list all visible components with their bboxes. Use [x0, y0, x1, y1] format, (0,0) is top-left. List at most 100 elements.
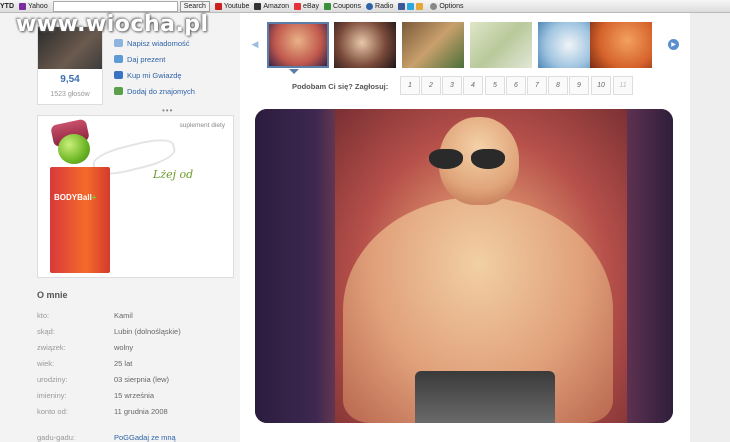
- gadu-link[interactable]: PoGGadaj ze mną: [114, 433, 176, 442]
- info-key: konto od:: [37, 407, 68, 416]
- amazon-label: Amazon: [263, 2, 290, 10]
- send-message-link[interactable]: Napisz wiadomość: [114, 35, 195, 51]
- twitter-icon[interactable]: [407, 2, 415, 10]
- give-gift-label: Daj prezent: [127, 54, 166, 64]
- send-message-label: Napisz wiadomość: [127, 38, 190, 48]
- info-key: imieniny:: [37, 391, 67, 400]
- ad-brand-text: BODYBall: [54, 193, 92, 202]
- votes-count: 1523 głosów: [50, 91, 90, 98]
- ebay-link[interactable]: eBay: [294, 2, 320, 10]
- ytd-label: YTD: [0, 2, 14, 10]
- yahoo-icon: [19, 2, 26, 10]
- info-key: kto:: [37, 311, 50, 320]
- vote-button[interactable]: 9: [569, 76, 589, 95]
- profile-card: 9,54 1523 głosów: [37, 26, 103, 105]
- info-value: wolny: [114, 343, 134, 352]
- vote-button[interactable]: 1: [400, 76, 420, 95]
- info-value: 25 lat: [114, 359, 133, 368]
- radio-icon: [366, 2, 374, 10]
- rating-score: 9,54: [60, 74, 80, 85]
- ad-brand-plus: +: [91, 193, 97, 202]
- photo-thumbnail[interactable]: [334, 22, 396, 68]
- options-label: Options: [439, 2, 464, 10]
- add-friend-icon: [114, 87, 123, 95]
- vote-button[interactable]: 4: [463, 76, 483, 95]
- ebay-icon: [294, 2, 302, 10]
- info-key: urodziny:: [37, 375, 68, 384]
- photo-subject-pants: [415, 371, 555, 423]
- main-photo[interactable]: [255, 109, 673, 423]
- apple-image: [58, 134, 90, 164]
- toolbar-search-button[interactable]: Search: [179, 0, 210, 12]
- vote-button[interactable]: 8: [548, 76, 568, 95]
- vote-button[interactable]: 10: [591, 76, 611, 95]
- site-watermark: www.wiocha.pl: [16, 12, 209, 37]
- photo-thumbnail[interactable]: [590, 22, 652, 68]
- social-icons: [398, 2, 425, 10]
- weather-icon[interactable]: [416, 2, 424, 10]
- coupons-icon: [324, 2, 332, 10]
- gallery-prev-arrow[interactable]: ◀: [250, 38, 260, 50]
- amazon-icon: [254, 2, 262, 10]
- toolbar-search-input[interactable]: [52, 0, 178, 12]
- buy-star-label: Kup mi Gwiazdę: [127, 70, 182, 80]
- star-icon: [114, 71, 123, 79]
- radio-label: Radio: [375, 2, 394, 10]
- yahoo-dropdown[interactable]: Yahoo: [19, 2, 48, 10]
- options-dropdown[interactable]: Options: [430, 2, 464, 10]
- facebook-icon[interactable]: [398, 2, 406, 10]
- photo-right-shadow: [627, 109, 673, 423]
- sunglasses-image: [429, 149, 509, 171]
- gear-icon: [430, 2, 438, 10]
- add-friend-label: Dodaj do znajomych: [127, 86, 195, 96]
- selected-thumbnail-pointer: [289, 69, 299, 74]
- vote-button[interactable]: 11: [613, 76, 633, 95]
- give-gift-link[interactable]: Daj prezent: [114, 51, 195, 67]
- vote-prompt: Podobam Ci się? Zagłosuj:: [292, 82, 389, 91]
- info-value: 11 grudnia 2008: [114, 407, 168, 416]
- gallery-panel: ◀ ▶ Podobam Ci się? Zagłosuj: 1 2 3 4 5 …: [240, 13, 690, 442]
- radio-link[interactable]: Radio: [366, 2, 394, 10]
- photo-thumbnail[interactable]: [470, 22, 532, 68]
- ad-brand: BODYBall+: [54, 193, 96, 202]
- youtube-label: Youtube: [223, 2, 250, 10]
- vote-button[interactable]: 2: [421, 76, 441, 95]
- gallery-next-arrow[interactable]: ▶: [668, 39, 679, 50]
- ytd-logo[interactable]: YTD: [0, 3, 14, 10]
- buy-star-link[interactable]: Kup mi Gwiazdę: [114, 67, 195, 83]
- info-key: skąd:: [37, 327, 55, 336]
- profile-actions: Napisz wiadomość Daj prezent Kup mi Gwia…: [114, 35, 195, 99]
- coupons-label: Coupons: [333, 2, 362, 10]
- photo-thumbnail[interactable]: [402, 22, 464, 68]
- vote-button[interactable]: 3: [442, 76, 462, 95]
- youtube-icon: [214, 2, 222, 10]
- info-value: Lubin (dolnośląskie): [114, 327, 181, 336]
- add-friend-link[interactable]: Dodaj do znajomych: [114, 83, 195, 99]
- vote-button[interactable]: 6: [506, 76, 526, 95]
- info-key: wiek:: [37, 359, 55, 368]
- gift-icon: [114, 55, 123, 63]
- about-title: O mnie: [37, 290, 68, 300]
- page-background-right: [690, 13, 730, 442]
- ebay-label: eBay: [303, 2, 320, 10]
- photo-left-shadow: [255, 109, 341, 423]
- info-value: Kamil: [114, 311, 133, 320]
- info-key: związek:: [37, 343, 66, 352]
- ad-slogan: Lżej od: [153, 168, 194, 181]
- ad-banner[interactable]: suplement diety BODYBall+ Lżej od: [37, 115, 234, 278]
- youtube-link[interactable]: Youtube: [214, 2, 250, 10]
- photo-thumbnail[interactable]: [267, 22, 329, 68]
- coupons-dropdown[interactable]: Coupons: [324, 2, 362, 10]
- envelope-icon: [114, 39, 123, 47]
- profile-sidebar: 9,54 1523 głosów Napisz wiadomość Daj pr…: [0, 13, 240, 442]
- info-value: 03 sierpnia (lew): [114, 375, 170, 384]
- more-actions[interactable]: •••: [162, 106, 173, 115]
- vote-button[interactable]: 7: [527, 76, 547, 95]
- amazon-link[interactable]: Amazon: [254, 2, 290, 10]
- gadu-label: gadu-gadu:: [37, 433, 75, 442]
- ad-label: suplement diety: [179, 122, 225, 129]
- product-box-image: [50, 167, 110, 273]
- info-value: 15 września: [114, 391, 155, 400]
- yahoo-label: Yahoo: [28, 2, 48, 10]
- vote-button[interactable]: 5: [485, 76, 505, 95]
